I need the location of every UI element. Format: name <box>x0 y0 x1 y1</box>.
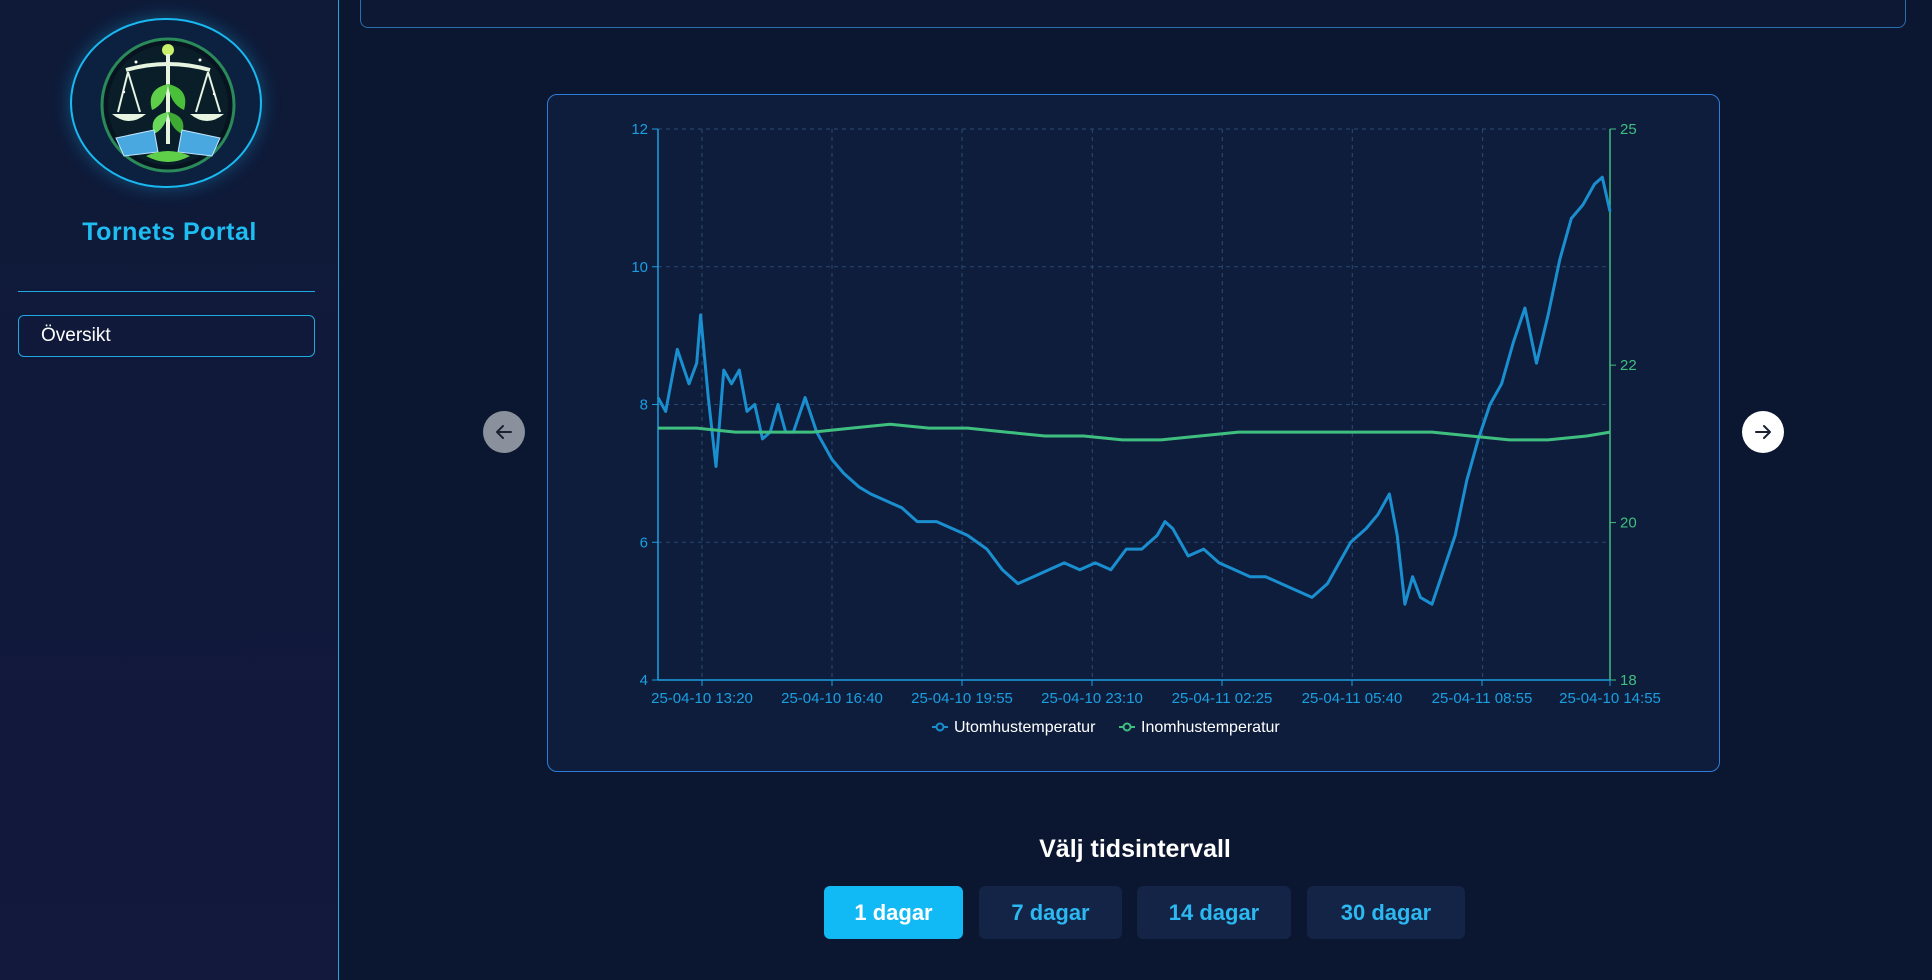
y-right-tick-label: 20 <box>1620 515 1637 532</box>
range-button-14-days[interactable]: 14 dagar <box>1137 886 1291 939</box>
x-tick-label: 25-04-10 13:20 <box>651 690 753 707</box>
scales-leaf-logo-icon <box>100 37 236 173</box>
chart-next-button[interactable] <box>1742 411 1784 453</box>
x-tick-label: 25-04-10 19:55 <box>911 690 1013 707</box>
x-tick-label: 25-04-11 02:25 <box>1172 690 1273 707</box>
y-left-tick-label: 6 <box>640 534 648 551</box>
arrow-right-icon <box>1755 425 1771 439</box>
logo <box>70 18 262 188</box>
x-tick-label: 25-04-10 23:10 <box>1041 690 1143 707</box>
x-tick-label: 25-04-10 16:40 <box>781 690 883 707</box>
y-right-tick-label: 25 <box>1620 121 1637 138</box>
legend-item-utomhustemperatur-label: Utomhustemperatur <box>954 719 1096 736</box>
temperature-chart: 4 6 8 10 12 18 20 22 25 25-04-10 13:20 25-04-10 16… <box>631 121 1661 736</box>
x-tick-label: 25-04-11 05:40 <box>1302 690 1403 707</box>
y-right-tick-label: 22 <box>1620 357 1637 374</box>
chart-card: 4 6 8 10 12 18 20 22 25 25-04-10 13:20 25-04-10 16… <box>547 94 1720 772</box>
range-button-30-days[interactable]: 30 dagar <box>1307 886 1465 939</box>
y-right-tick-label: 18 <box>1620 672 1637 689</box>
legend-item-inomhustemperatur-label: Inomhustemperatur <box>1141 719 1280 736</box>
legend-item-inomhustemperatur-marker <box>1122 722 1132 732</box>
chart-prev-button[interactable] <box>483 411 525 453</box>
x-tick-label: 25-04-11 08:55 <box>1432 690 1533 707</box>
y-left-tick-label: 4 <box>640 672 648 689</box>
range-button-7-days[interactable]: 7 dagar <box>979 886 1122 939</box>
y-left-tick-label: 8 <box>640 397 648 414</box>
sidebar-divider <box>18 291 315 292</box>
sidebar: Tornets Portal Översikt <box>0 0 339 980</box>
range-button-1-day[interactable]: 1 dagar <box>824 886 963 939</box>
top-panel <box>360 0 1906 28</box>
sidebar-item-oversikt[interactable]: Översikt <box>18 315 315 357</box>
legend-item-utomhustemperatur-marker <box>935 722 945 732</box>
series-line-inomhustemperatur <box>658 422 1611 442</box>
brand-title: Tornets Portal <box>82 218 257 246</box>
y-left-tick-label: 10 <box>631 259 648 276</box>
y-left-tick-label: 12 <box>631 121 648 138</box>
series-line-utomhustemperatur <box>656 175 1612 606</box>
time-range-title: Välj tidsintervall <box>1039 835 1231 863</box>
arrow-left-icon <box>496 425 512 439</box>
x-tick-label: 25-04-10 14:55 <box>1559 690 1661 707</box>
